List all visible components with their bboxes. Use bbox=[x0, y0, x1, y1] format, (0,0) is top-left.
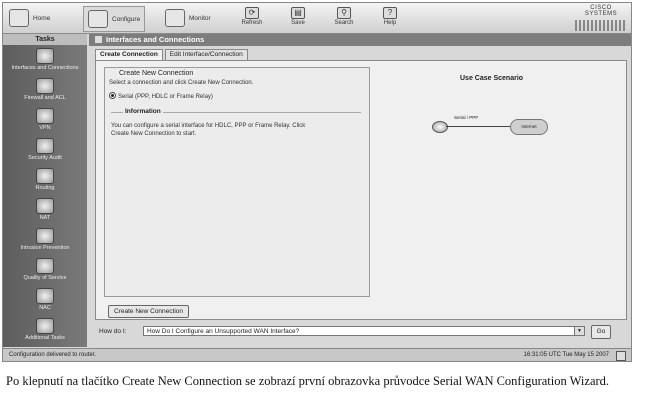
serial-link-label: Serial / PPP bbox=[454, 115, 479, 120]
monitor-icon bbox=[165, 9, 185, 27]
lock-icon bbox=[616, 351, 626, 361]
additional-tasks-icon bbox=[36, 318, 54, 334]
cisco-logo: CISCO SYSTEMS bbox=[575, 5, 627, 31]
tab-bar: Create Connection Edit Interface/Connect… bbox=[95, 49, 248, 60]
serial-option[interactable]: Serial (PPP, HDLC or Frame Relay) bbox=[109, 92, 213, 100]
save-icon: ▤ bbox=[291, 7, 305, 19]
sidebar-item-qos[interactable]: Quality of Service bbox=[3, 257, 87, 285]
internet-cloud-icon: Internet bbox=[510, 119, 548, 135]
sidebar-item-interfaces[interactable]: Interfaces and Connections bbox=[3, 47, 87, 75]
routing-icon bbox=[36, 168, 54, 184]
search-button[interactable]: ⚲ Search bbox=[327, 5, 361, 31]
monitor-button[interactable]: Monitor bbox=[165, 6, 211, 30]
help-icon: ? bbox=[383, 7, 397, 19]
refresh-icon: ⟳ bbox=[245, 7, 259, 19]
home-icon bbox=[9, 9, 29, 27]
group-title: Create New Connection bbox=[117, 70, 196, 77]
vpn-icon bbox=[36, 108, 54, 124]
home-button[interactable]: Home bbox=[9, 6, 50, 30]
serial-radio[interactable] bbox=[109, 92, 116, 99]
sidebar-item-vpn[interactable]: VPN bbox=[3, 107, 87, 135]
connection-group: Create New Connection Select a connectio… bbox=[104, 67, 370, 297]
refresh-button[interactable]: ⟳ Refresh bbox=[235, 5, 269, 31]
info-text-line-2: Create New Connection to start. bbox=[111, 131, 197, 137]
info-text-line-1: You can configure a serial interface for… bbox=[111, 123, 306, 129]
status-message: Configuration delivered to router. bbox=[9, 352, 97, 358]
configure-button[interactable]: Configure bbox=[83, 6, 146, 32]
go-button[interactable]: Go bbox=[591, 325, 611, 339]
how-do-i-select[interactable]: How Do I Configure an Unsupported WAN In… bbox=[143, 326, 585, 336]
serial-link-line bbox=[446, 126, 510, 127]
qos-icon bbox=[36, 258, 54, 274]
status-bar: Configuration delivered to router. 16:31… bbox=[3, 348, 631, 361]
interfaces-icon bbox=[36, 48, 54, 64]
sidebar-item-security-audit[interactable]: Security Audit bbox=[3, 137, 87, 165]
help-button[interactable]: ? Help bbox=[373, 5, 407, 31]
router-icon bbox=[432, 121, 448, 133]
cisco-bars-icon bbox=[575, 20, 627, 31]
information-box: Information You can configure a serial i… bbox=[111, 108, 361, 143]
tab-edit-interface[interactable]: Edit Interface/Connection bbox=[164, 49, 248, 60]
create-connection-panel: Create New Connection Select a connectio… bbox=[95, 60, 627, 320]
sidebar-item-additional-tasks[interactable]: Additional Tasks bbox=[3, 317, 87, 345]
nac-icon bbox=[36, 288, 54, 304]
create-new-connection-button[interactable]: Create New Connection bbox=[108, 305, 190, 318]
search-icon: ⚲ bbox=[337, 7, 351, 19]
page-title: Interfaces and Connections bbox=[89, 34, 631, 46]
intrusion-icon bbox=[36, 228, 54, 244]
how-do-i-label: How do I: bbox=[99, 328, 127, 335]
status-timestamp: 16:31:05 UTC Tue May 15 2007 bbox=[523, 352, 609, 358]
sidebar-item-routing[interactable]: Routing bbox=[3, 167, 87, 195]
nat-icon bbox=[36, 198, 54, 214]
firewall-icon bbox=[36, 78, 54, 94]
save-button[interactable]: ▤ Save bbox=[281, 5, 315, 31]
sidebar-item-intrusion[interactable]: Intrusion Prevention bbox=[3, 227, 87, 255]
tasks-sidebar: Interfaces and Connections Firewall and … bbox=[3, 45, 87, 347]
sdm-window: Home Configure Monitor ⟳ Refresh ▤ Save … bbox=[2, 2, 632, 362]
sidebar-item-nat[interactable]: NAT bbox=[3, 197, 87, 225]
sidebar-item-firewall[interactable]: Firewall and ACL bbox=[3, 77, 87, 105]
select-prompt: Select a connection and click Create New… bbox=[109, 80, 254, 86]
figure-caption: Po klepnutí na tlačítko Create New Conne… bbox=[6, 374, 610, 388]
interfaces-icon bbox=[95, 36, 102, 43]
toolbar: Home Configure Monitor ⟳ Refresh ▤ Save … bbox=[3, 3, 631, 34]
security-audit-icon bbox=[36, 138, 54, 154]
configure-icon bbox=[88, 10, 108, 28]
how-do-i-bar: How do I: How Do I Configure an Unsuppor… bbox=[95, 325, 627, 339]
chevron-down-icon[interactable]: ▼ bbox=[574, 327, 584, 335]
use-case-panel: Use Case Scenario Serial / PPP Internet bbox=[376, 67, 620, 295]
sidebar-item-nac[interactable]: NAC bbox=[3, 287, 87, 315]
information-heading: Information bbox=[123, 108, 163, 115]
use-case-title: Use Case Scenario bbox=[460, 75, 524, 82]
tab-create-connection[interactable]: Create Connection bbox=[95, 49, 163, 60]
